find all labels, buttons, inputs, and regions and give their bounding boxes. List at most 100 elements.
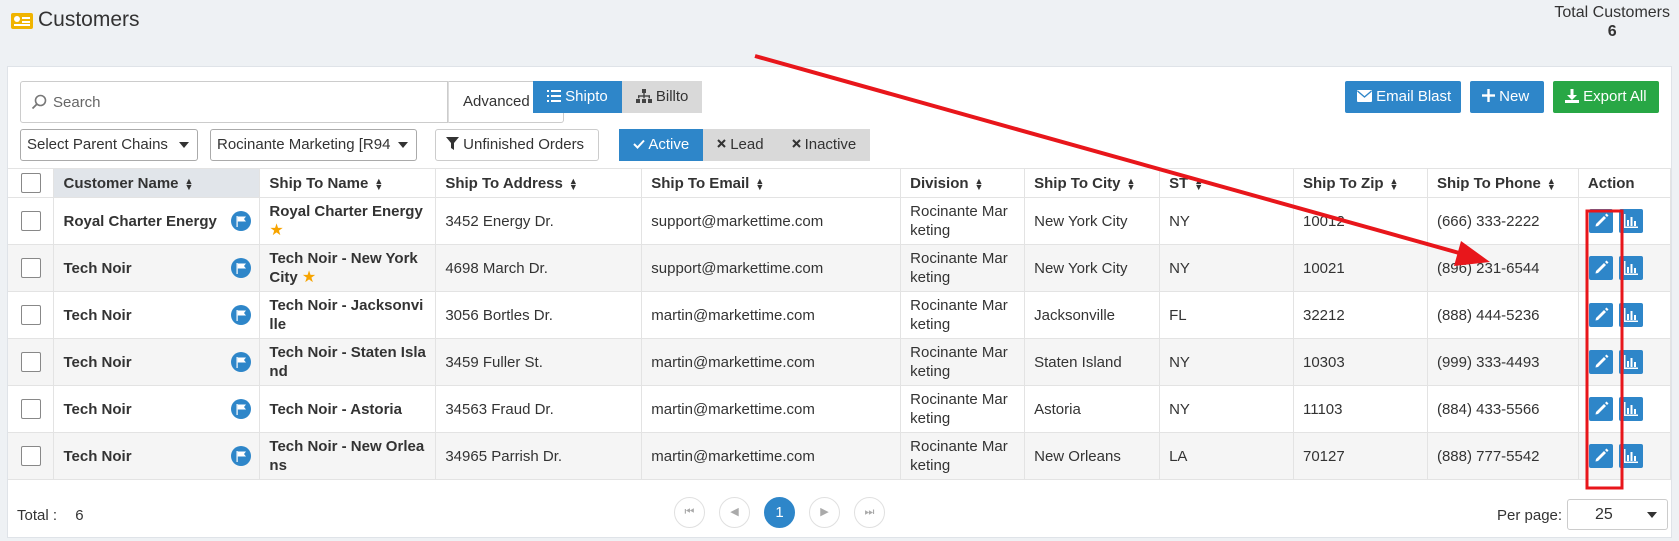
edit-button[interactable] bbox=[1588, 444, 1613, 468]
row-checkbox[interactable] bbox=[20, 305, 41, 326]
parent-chains-select[interactable]: Select Parent Chains bbox=[20, 129, 198, 161]
ship-to-phone-cell: (999) 333-4493 bbox=[1427, 338, 1579, 386]
col-ship-to-phone[interactable]: Ship To Phone ▲ ▼ bbox=[1427, 168, 1579, 198]
col-label: Ship To City bbox=[1034, 174, 1121, 192]
status-inactive-label: Inactive bbox=[804, 136, 857, 153]
table-row[interactable]: Tech Noir Tech Noir - New York City ★ 4698… bbox=[8, 244, 1672, 292]
sort-icon: ▲ ▼ bbox=[374, 175, 384, 192]
unfinished-orders-button[interactable]: Unfinished Orders bbox=[435, 129, 599, 161]
edit-button[interactable] bbox=[1588, 303, 1613, 327]
flag-button[interactable] bbox=[231, 258, 252, 278]
row-checkbox[interactable] bbox=[20, 446, 41, 467]
ship-to-name-cell[interactable]: Royal Charter Energy ★ bbox=[259, 197, 437, 245]
division-cell: Rocinante Marketing bbox=[900, 291, 1026, 339]
customer-name-cell[interactable]: Royal Charter Energy bbox=[53, 197, 261, 245]
ship-to-zip-cell: 11103 bbox=[1293, 385, 1428, 433]
flag-button[interactable] bbox=[231, 399, 252, 419]
col-ship-to-name[interactable]: Ship To Name ▲ ▼ bbox=[259, 168, 437, 198]
status-active[interactable]: Active bbox=[619, 129, 704, 161]
col-label: ST bbox=[1169, 174, 1189, 192]
email-blast-button[interactable]: Email Blast bbox=[1345, 81, 1461, 113]
stats-button[interactable] bbox=[1618, 209, 1643, 233]
stats-button[interactable] bbox=[1618, 444, 1643, 468]
flag-button[interactable] bbox=[231, 211, 252, 231]
col-ship-to-address[interactable]: Ship To Address ▲ ▼ bbox=[435, 168, 643, 198]
customer-name-cell[interactable]: Tech Noir bbox=[53, 338, 261, 386]
row-select-cell bbox=[8, 385, 55, 433]
customer-name-cell[interactable]: Tech Noir bbox=[53, 291, 261, 339]
row-checkbox[interactable] bbox=[20, 211, 41, 232]
row-checkbox[interactable] bbox=[20, 399, 41, 420]
page-current[interactable]: 1 bbox=[764, 497, 795, 528]
status-lead-label: Lead bbox=[730, 136, 764, 153]
select-all-cell bbox=[8, 168, 55, 198]
ship-to-address-cell: 34563 Fraud Dr. bbox=[435, 385, 643, 433]
footer-total-value: 6 bbox=[75, 507, 84, 524]
new-button[interactable]: New bbox=[1470, 81, 1544, 113]
row-checkbox[interactable] bbox=[20, 258, 41, 279]
flag-icon bbox=[236, 216, 247, 227]
export-all-button[interactable]: Export All bbox=[1553, 81, 1659, 113]
company-value: Rocinante Marketing [R94 bbox=[217, 136, 391, 153]
first-page-button[interactable]: ⏮ bbox=[674, 497, 705, 528]
last-page-button[interactable]: ⏭ bbox=[854, 497, 885, 528]
col-label: Ship To Email bbox=[651, 174, 750, 192]
caret-down-icon bbox=[179, 142, 189, 148]
table-row[interactable]: Tech Noir Tech Noir - New Orleans 34965 Pa… bbox=[8, 432, 1672, 480]
edit-button[interactable] bbox=[1588, 397, 1613, 421]
edit-button[interactable] bbox=[1588, 350, 1613, 374]
customer-name: Tech Noir bbox=[63, 400, 132, 418]
customer-name: Tech Noir bbox=[63, 353, 132, 371]
row-checkbox[interactable] bbox=[20, 352, 41, 373]
tab-billto[interactable]: Billto bbox=[621, 81, 703, 113]
status-inactive[interactable]: Inactive bbox=[777, 129, 871, 161]
edit-button[interactable] bbox=[1588, 256, 1613, 280]
col-ship-to-zip[interactable]: Ship To Zip ▲ ▼ bbox=[1293, 168, 1428, 198]
tab-shipto[interactable]: Shipto bbox=[533, 81, 622, 113]
view-toggle: Shipto Billto bbox=[533, 81, 703, 113]
flag-button[interactable] bbox=[231, 352, 252, 372]
ship-to-name-cell[interactable]: Tech Noir - Staten Island bbox=[259, 338, 437, 386]
per-page-label: Per page: bbox=[1497, 507, 1563, 524]
col-st[interactable]: ST ▲ ▼ bbox=[1159, 168, 1294, 198]
customer-name: Royal Charter Energy bbox=[63, 212, 217, 230]
customer-name-cell[interactable]: Tech Noir bbox=[53, 385, 261, 433]
table-row[interactable]: Royal Charter Energy Royal Charter Energy… bbox=[8, 197, 1672, 245]
stats-button[interactable] bbox=[1618, 350, 1643, 374]
export-all-label: Export All bbox=[1583, 88, 1647, 105]
stats-button[interactable] bbox=[1618, 303, 1643, 327]
col-ship-to-email[interactable]: Ship To Email ▲ ▼ bbox=[641, 168, 902, 198]
company-select[interactable]: Rocinante Marketing [R94 bbox=[210, 129, 417, 161]
status-lead[interactable]: Lead bbox=[703, 129, 778, 161]
next-page-button[interactable]: ▶ bbox=[809, 497, 840, 528]
st-cell: NY bbox=[1159, 385, 1294, 433]
col-ship-to-city[interactable]: Ship To City ▲ ▼ bbox=[1024, 168, 1161, 198]
col-division[interactable]: Division ▲ ▼ bbox=[900, 168, 1026, 198]
flag-button[interactable] bbox=[231, 305, 252, 325]
table-row[interactable]: Tech Noir Tech Noir - Staten Island 3459 F… bbox=[8, 338, 1672, 386]
col-customer-name[interactable]: Customer Name ▲ ▼ bbox=[53, 168, 261, 198]
division-cell: Rocinante Marketing bbox=[900, 197, 1026, 245]
select-all-checkbox[interactable] bbox=[20, 173, 41, 193]
flag-button[interactable] bbox=[231, 446, 252, 466]
col-action: Action bbox=[1578, 168, 1672, 198]
customer-name-cell[interactable]: Tech Noir bbox=[53, 244, 261, 292]
customer-name-cell[interactable]: Tech Noir bbox=[53, 432, 261, 480]
ship-to-name-cell[interactable]: Tech Noir - New Orleans bbox=[259, 432, 437, 480]
edit-button[interactable] bbox=[1588, 209, 1613, 233]
table-row[interactable]: Tech Noir Tech Noir - Astoria 34563 Fraud … bbox=[8, 385, 1672, 433]
prev-page-button[interactable]: ◀ bbox=[719, 497, 750, 528]
stats-button[interactable] bbox=[1618, 397, 1643, 421]
search-input[interactable] bbox=[51, 90, 431, 114]
ship-to-name-cell[interactable]: Tech Noir - Jacksonville bbox=[259, 291, 437, 339]
division-cell: Rocinante Marketing bbox=[900, 338, 1026, 386]
row-select-cell bbox=[8, 291, 55, 339]
stats-button[interactable] bbox=[1618, 256, 1643, 280]
ship-to-name-cell[interactable]: Tech Noir - Astoria bbox=[259, 385, 437, 433]
table-row[interactable]: Tech Noir Tech Noir - Jacksonville 3056 Bo… bbox=[8, 291, 1672, 339]
ship-to-address-cell: 3459 Fuller St. bbox=[435, 338, 643, 386]
download-icon bbox=[1565, 89, 1579, 103]
ship-to-name: Royal Charter Energy bbox=[269, 203, 423, 220]
ship-to-name-cell[interactable]: Tech Noir - New York City ★ bbox=[259, 244, 437, 292]
per-page-select[interactable]: 25 bbox=[1567, 499, 1668, 530]
